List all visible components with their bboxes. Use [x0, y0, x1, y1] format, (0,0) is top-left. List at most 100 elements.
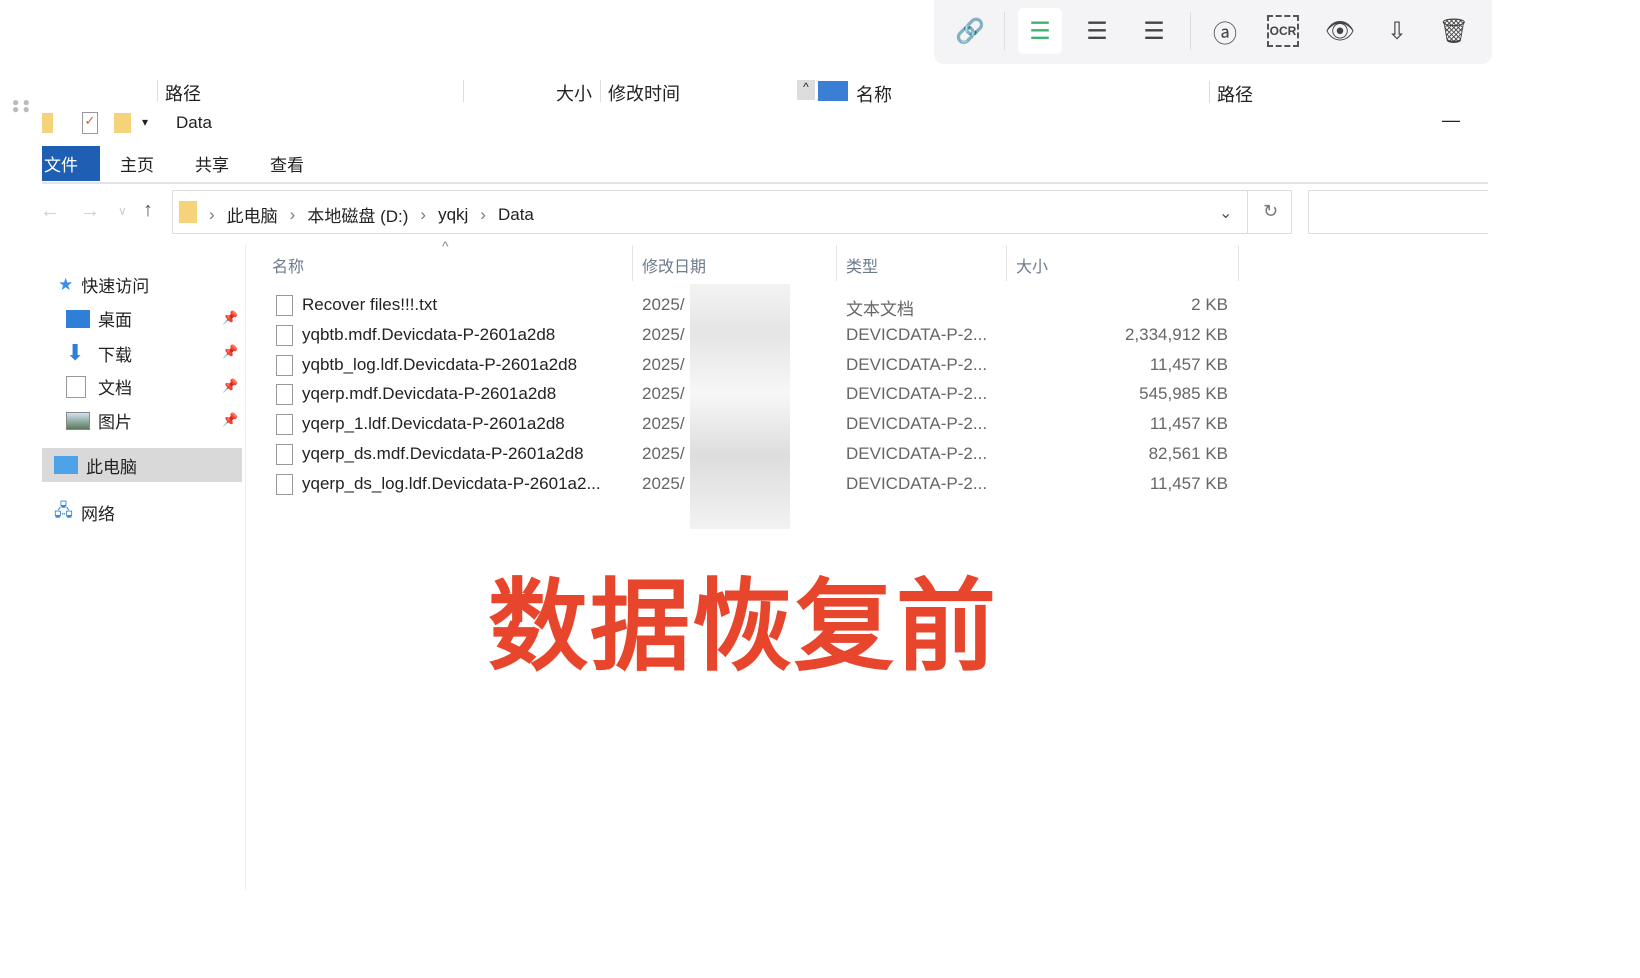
file-name: yqerp.mdf.Devicdata-P-2601a2d8	[302, 384, 557, 404]
at-icon[interactable]: ⓐ	[1203, 8, 1247, 54]
redacted-dates	[690, 284, 790, 529]
file-icon	[276, 444, 293, 465]
file-type: DEVICDATA-P-2...	[846, 444, 988, 463]
image-toolbar: 🔗 ☰ ☰ ☰ ⓐ OCR 👁 ⇩ 🗑	[934, 0, 1492, 64]
column-name[interactable]: 名称	[272, 253, 304, 277]
pictures-icon	[66, 411, 90, 430]
file-icon	[276, 324, 293, 346]
file-size: 2,334,912 KB	[1124, 324, 1228, 344]
nav-quick-access[interactable]: ★ 快速访问	[58, 272, 149, 297]
window-title: Data	[176, 113, 212, 132]
computer-icon	[54, 456, 78, 474]
recent-dropdown[interactable]: ∨	[118, 204, 127, 218]
file-name: Recover files!!!.txt	[302, 295, 438, 314]
file-type: DEVICDATA-P-2...	[846, 324, 988, 344]
file-size: 545,985 KB	[1139, 384, 1228, 404]
sort-up-icon[interactable]: ^	[797, 80, 815, 100]
file-date: 2025/	[642, 324, 685, 344]
tab-view[interactable]: 查看	[270, 146, 304, 181]
tab-share[interactable]: 共享	[195, 146, 229, 181]
file-size: 11,457 KB	[1149, 473, 1228, 493]
drag-handle-icon[interactable]: ● ● ● ●	[12, 96, 30, 115]
file-date: 2025/	[642, 354, 685, 374]
file-date: 2025/	[642, 414, 685, 434]
column-size[interactable]: 大小	[1016, 253, 1048, 277]
file-type: DEVICDATA-P-2...	[846, 414, 988, 434]
file-icon	[276, 384, 293, 406]
file-type: DEVICDATA-P-2...	[846, 354, 988, 374]
file-size: 82,561 KB	[1148, 444, 1228, 463]
nav-desktop[interactable]: 桌面	[66, 306, 132, 331]
file-name: yqbtb_log.ldf.Devicdata-P-2601a2d8	[302, 354, 578, 374]
tab-home[interactable]: 主页	[120, 146, 154, 181]
file-date: 2025/	[642, 444, 685, 463]
properties-icon[interactable]: ✓	[82, 112, 98, 134]
align-right-icon[interactable]: ☰	[1132, 8, 1176, 54]
star-icon: ★	[58, 274, 74, 294]
file-date: 2025/	[642, 384, 685, 404]
nav-pictures[interactable]: 图片	[66, 408, 132, 433]
color-swatch	[818, 81, 848, 101]
align-left-icon[interactable]: ☰	[1018, 8, 1062, 54]
pin-icon[interactable]: 📌	[222, 344, 238, 360]
breadcrumb-data[interactable]: Data	[498, 205, 534, 225]
eye-icon[interactable]: 👁	[1318, 8, 1362, 54]
align-center-icon[interactable]: ☰	[1075, 8, 1119, 54]
file-icon	[276, 414, 293, 436]
header-path-2: 路径	[1217, 85, 1253, 105]
new-folder-icon[interactable]	[114, 113, 131, 133]
address-bar[interactable]: › 此电脑 › 本地磁盘 (D:) › yqkj › Data ⌄ ↻	[172, 190, 1292, 234]
file-date: 2025/	[642, 295, 685, 314]
up-button[interactable]: ↑	[143, 199, 153, 222]
file-icon	[276, 354, 293, 376]
forward-button[interactable]: →	[80, 200, 100, 223]
link-icon[interactable]: 🔗	[948, 8, 992, 54]
header-size: 大小	[556, 84, 592, 104]
file-name: yqerp_1.ldf.Devicdata-P-2601a2d8	[302, 414, 565, 434]
file-date: 2025/	[642, 473, 685, 493]
refresh-button[interactable]: ↻	[1263, 201, 1278, 222]
breadcrumb-disk-d[interactable]: 本地磁盘 (D:)	[307, 202, 408, 227]
column-date[interactable]: 修改日期	[642, 253, 706, 277]
file-size: 2 KB	[1191, 295, 1228, 314]
file-type: DEVICDATA-P-2...	[846, 384, 988, 404]
document-icon	[66, 375, 86, 398]
file-size: 11,457 KB	[1149, 414, 1228, 434]
ocr-icon[interactable]: OCR	[1267, 15, 1299, 47]
header-modified: 修改时间	[608, 84, 680, 104]
tab-file[interactable]: 文件	[42, 146, 100, 181]
nav-downloads[interactable]: ⬇ 下载	[66, 340, 132, 366]
minimize-button[interactable]: —	[1442, 110, 1460, 131]
back-button[interactable]: ←	[40, 200, 60, 223]
download-icon[interactable]: ⇩	[1375, 8, 1419, 54]
address-dropdown-icon[interactable]: ⌄	[1219, 203, 1232, 223]
file-type: DEVICDATA-P-2...	[846, 473, 988, 493]
search-input[interactable]	[1308, 190, 1488, 234]
folder-icon	[179, 201, 197, 223]
caption-before-recovery: 数据恢复前	[488, 567, 998, 685]
nav-network[interactable]: 🖧 网络	[54, 498, 115, 527]
breadcrumb-this-pc[interactable]: 此电脑	[227, 202, 278, 227]
customize-qat-icon[interactable]: ▾	[142, 115, 148, 129]
pin-icon[interactable]: 📌	[222, 378, 238, 394]
breadcrumb-yqkj[interactable]: yqkj	[438, 205, 468, 225]
pin-icon[interactable]: 📌	[222, 412, 238, 428]
file-name: yqerp_ds_log.ldf.Devicdata-P-2601a2...	[302, 473, 601, 493]
pin-icon[interactable]: 📌	[222, 310, 238, 326]
download-arrow-icon: ⬇	[66, 340, 85, 365]
file-icon	[276, 473, 293, 495]
column-type[interactable]: 类型	[846, 253, 878, 277]
desktop-icon	[66, 309, 90, 328]
nav-this-pc[interactable]: 此电脑	[42, 448, 242, 482]
text-file-icon	[276, 295, 293, 316]
file-size: 11,457 KB	[1149, 354, 1228, 374]
file-type: 文本文档	[846, 300, 914, 319]
file-name: yqerp_ds.mdf.Devicdata-P-2601a2d8	[302, 444, 584, 463]
folder-icon	[42, 113, 53, 133]
header-name: 名称	[856, 85, 892, 105]
header-path: 路径	[165, 84, 201, 104]
file-name: yqbtb.mdf.Devicdata-P-2601a2d8	[302, 324, 556, 344]
nav-documents[interactable]: 文档	[66, 374, 132, 399]
network-icon: 🖧	[54, 501, 73, 520]
trash-icon[interactable]: 🗑	[1432, 8, 1476, 54]
